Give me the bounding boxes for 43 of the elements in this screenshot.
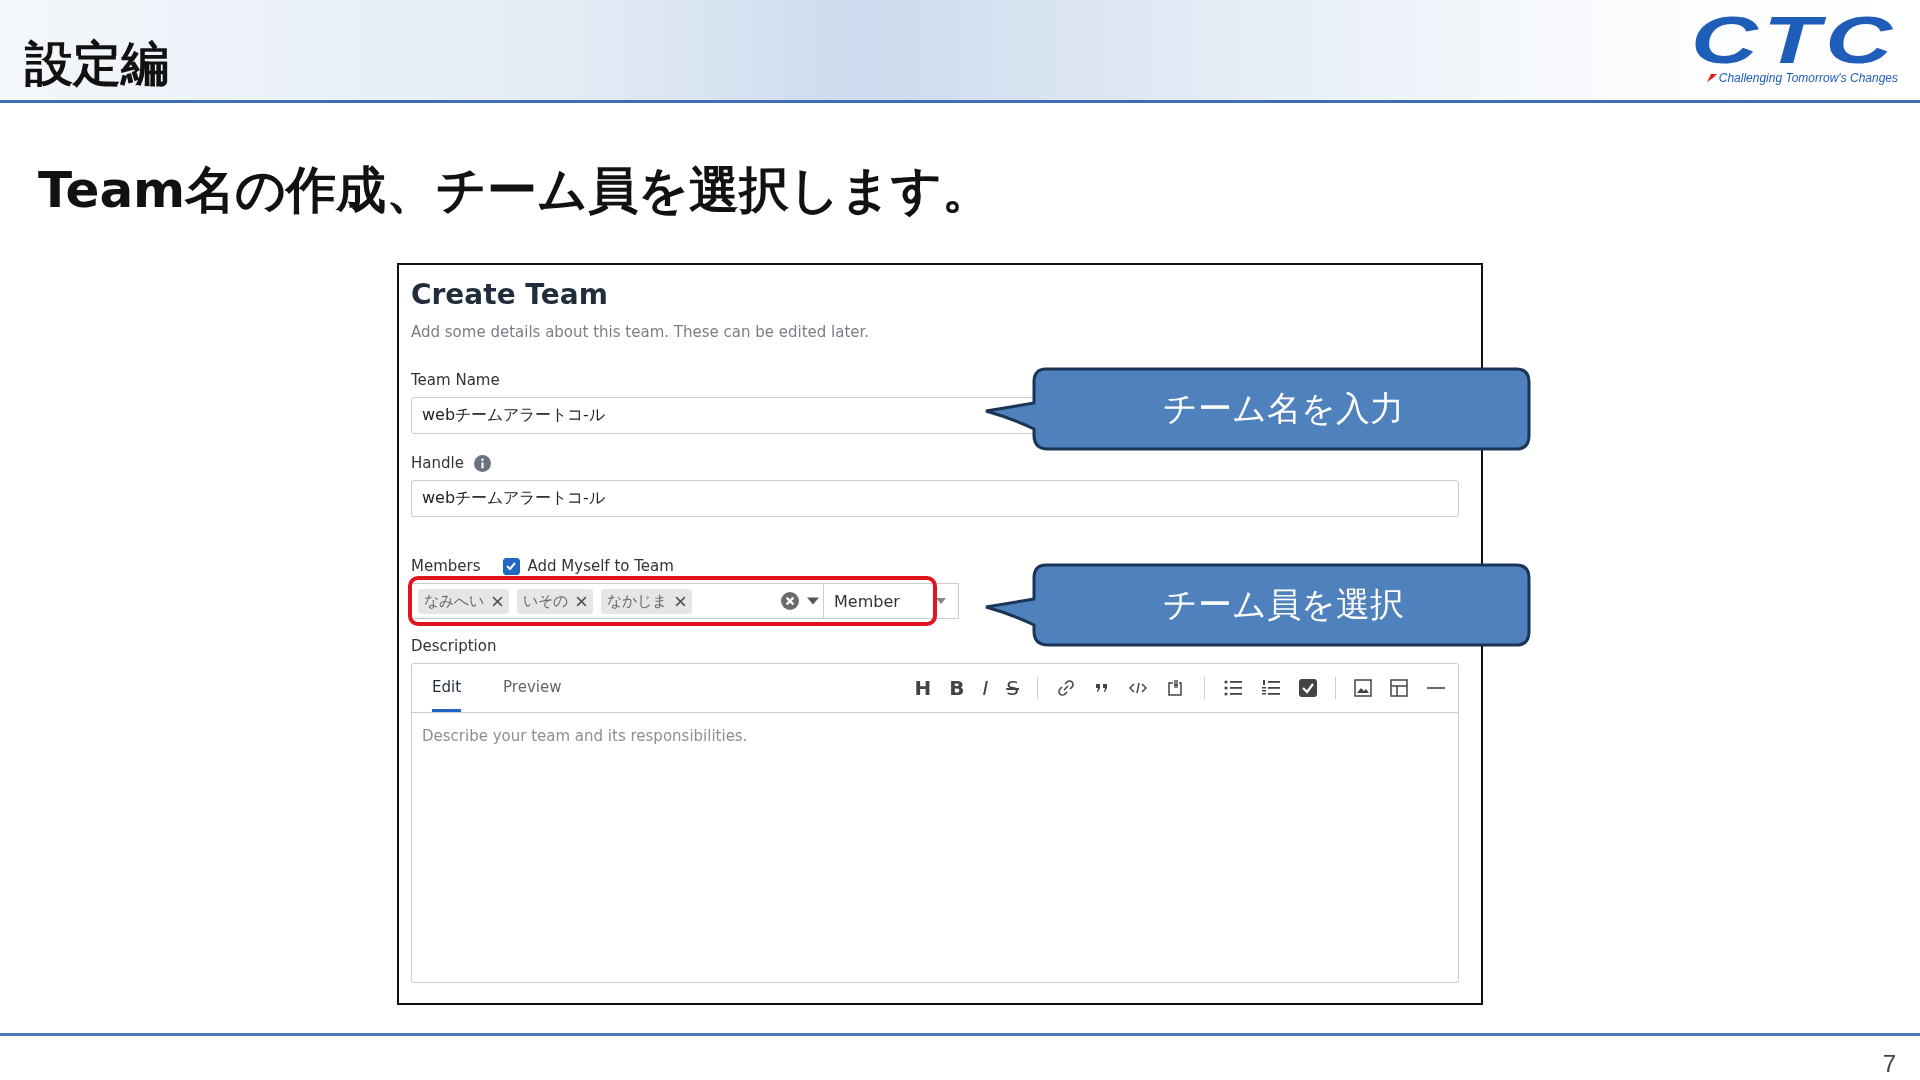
callout-tooltip: チーム名を入力 — [984, 367, 1532, 451]
checkbox-label: Add Myself to Team — [527, 557, 674, 575]
field-label: Handle — [411, 454, 464, 472]
dialog-title: Create Team — [411, 277, 609, 313]
slide-heading: Team名の作成、チーム員を選択します。 — [38, 160, 994, 220]
field-label: Description — [411, 637, 498, 655]
bullet-list-icon[interactable] — [1223, 679, 1243, 697]
format-button[interactable]: B — [949, 676, 965, 700]
member-chip: なかじま — [601, 588, 692, 614]
caret-icon[interactable] — [807, 597, 819, 605]
member-chip: なみへい — [418, 588, 509, 614]
logo-tagline: Challenging Tomorrow's Changes — [1718, 71, 1898, 85]
field-label: Team Name — [411, 371, 501, 389]
members-select[interactable]: なみへい いその なかじま — [411, 583, 823, 619]
editor-tab[interactable]: Preview — [503, 664, 562, 712]
image-icon[interactable] — [1354, 679, 1372, 697]
remove-icon[interactable] — [675, 595, 686, 607]
code-icon[interactable] — [1128, 680, 1148, 696]
logo-mark: CTC — [1691, 9, 1898, 71]
handle-field[interactable]: webチームアラートコ-ル — [411, 480, 1459, 517]
field-label: Members — [411, 557, 481, 575]
description-field[interactable]: Describe your team and its responsibilities. — [411, 713, 1459, 983]
callout-tooltip: チーム員を選択 — [984, 563, 1532, 647]
remove-icon[interactable] — [576, 595, 587, 607]
member-chip: いその — [517, 588, 593, 614]
check-icon — [505, 560, 517, 572]
link-icon[interactable] — [1056, 678, 1076, 698]
dialog-subtitle: Add some details about this team. These can be edited later. — [411, 323, 871, 341]
caret-icon[interactable] — [936, 598, 946, 604]
flag-icon — [1706, 74, 1717, 82]
format-button[interactable]: I — [982, 676, 989, 700]
info-icon[interactable] — [473, 454, 491, 472]
page-number: 7 — [1882, 1050, 1896, 1078]
remove-icon[interactable] — [492, 595, 503, 607]
role-select[interactable]: Member — [823, 583, 959, 619]
numbered-list-icon[interactable] — [1261, 679, 1281, 697]
section-title: 設定編 — [25, 34, 169, 93]
checkbox[interactable] — [502, 557, 520, 575]
table-icon[interactable] — [1390, 679, 1408, 697]
format-button[interactable]: S — [1006, 676, 1019, 700]
task-checkbox-icon[interactable] — [1299, 679, 1317, 697]
format-button[interactable]: H — [914, 676, 932, 700]
clear-icon[interactable] — [781, 592, 799, 610]
